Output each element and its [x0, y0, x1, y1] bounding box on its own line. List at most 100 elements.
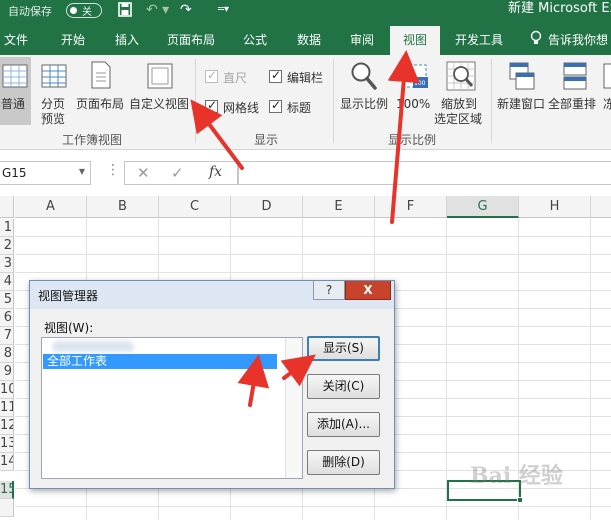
- zoom-100-label: 100%: [396, 97, 431, 111]
- row-header[interactable]: 13: [0, 435, 14, 453]
- magnifier-icon: [351, 62, 377, 90]
- row-header[interactable]: 14: [0, 453, 14, 471]
- tab-review[interactable]: 审阅: [350, 31, 374, 48]
- fill-handle[interactable]: [517, 497, 523, 503]
- title-bar: 自动保存 关 ↶ ▾ ↷ ═▾ 新建 Microsoft Exc: [0, 0, 611, 22]
- row-header[interactable]: 1: [0, 219, 14, 237]
- row-header[interactable]: 7: [0, 327, 14, 345]
- arrange-all-icon: [563, 62, 587, 90]
- list-scrollbar[interactable]: [285, 338, 302, 478]
- tell-me-search[interactable]: 告诉我你想: [548, 31, 608, 48]
- list-item-selected[interactable]: 全部工作表: [43, 354, 277, 369]
- gridlines-label: 网格线: [223, 101, 260, 115]
- formula-bar-grip[interactable]: ⋮: [106, 162, 120, 178]
- undo-icon[interactable]: ↶ ▾: [146, 2, 169, 18]
- views-list-label: 视图(W):: [44, 321, 94, 335]
- column-header[interactable]: H: [519, 196, 591, 218]
- normal-view-button[interactable]: 普通: [0, 57, 31, 125]
- row-header-selected[interactable]: 15: [0, 481, 14, 499]
- freeze-label: 冻: [603, 97, 611, 111]
- page-break-label-1: 分页: [41, 97, 66, 111]
- row-header[interactable]: 10: [0, 381, 14, 399]
- normal-view-icon: [2, 64, 28, 88]
- freeze-panes-button[interactable]: 冻: [601, 57, 611, 125]
- formula-bar: G15 ▼ ⋮ ✕ ✓ fx: [0, 150, 611, 196]
- tab-developer[interactable]: 开发工具: [455, 31, 503, 48]
- chevron-down-icon[interactable]: ▼: [79, 167, 85, 176]
- row-header[interactable]: 5: [0, 291, 14, 309]
- enter-icon[interactable]: ✓: [171, 164, 184, 182]
- ribbon-separator: [333, 59, 334, 143]
- column-header[interactable]: D: [231, 196, 303, 218]
- row-header[interactable]: 11: [0, 399, 14, 417]
- column-header[interactable]: B: [87, 196, 159, 218]
- row-header[interactable]: 2: [0, 237, 14, 255]
- row-header[interactable]: 4: [0, 273, 14, 291]
- headings-checkbox[interactable]: ✓ 标题: [269, 98, 319, 115]
- row-header[interactable]: 6: [0, 309, 14, 327]
- zoom-to-selection-button[interactable]: 缩放到 选定区域: [434, 57, 488, 126]
- zoom-button[interactable]: 显示比例: [338, 57, 390, 125]
- group-label-show: 显示: [254, 133, 279, 147]
- column-header[interactable]: C: [159, 196, 231, 218]
- arrange-all-button[interactable]: 全部重排: [548, 57, 601, 125]
- zoom-label: 显示比例: [340, 97, 389, 111]
- tab-data[interactable]: 数据: [297, 31, 321, 48]
- qat-customize-icon[interactable]: ═▾: [218, 2, 229, 18]
- views-listbox[interactable]: 全部工作表: [41, 337, 303, 479]
- headings-label: 标题: [287, 101, 312, 115]
- new-window-icon: [509, 62, 535, 90]
- zoom-100-button[interactable]: 100 100%: [396, 57, 434, 125]
- select-all-corner[interactable]: [0, 196, 14, 218]
- tab-formulas[interactable]: 公式: [243, 31, 267, 48]
- ribbon-tab-row: 文件 开始 插入 页面布局 公式 数据 审阅 视图 开发工具 告诉我你想: [0, 22, 611, 55]
- column-header-selected[interactable]: G: [447, 196, 519, 218]
- autosave-label: 自动保存: [8, 5, 52, 18]
- column-header[interactable]: [591, 196, 611, 218]
- window-title: 新建 Microsoft Exc: [508, 1, 611, 16]
- row-header[interactable]: 8: [0, 345, 14, 363]
- column-header[interactable]: F: [375, 196, 447, 218]
- row-header[interactable]: 9: [0, 363, 14, 381]
- row-header[interactable]: 12: [0, 417, 14, 435]
- formula-bar-checkbox[interactable]: ✓ 编辑栏: [269, 68, 329, 85]
- help-icon[interactable]: ?: [313, 281, 345, 300]
- show-button[interactable]: 显示(S): [307, 336, 380, 361]
- column-header[interactable]: A: [15, 196, 87, 218]
- delete-button[interactable]: 删除(D): [307, 450, 380, 475]
- formula-input[interactable]: [238, 161, 611, 185]
- autosave-toggle[interactable]: 关: [66, 3, 102, 18]
- name-box[interactable]: G15 ▼: [0, 161, 91, 185]
- tab-view[interactable]: 视图: [390, 26, 441, 55]
- custom-views-button[interactable]: 自定义视图: [129, 57, 191, 125]
- cancel-icon[interactable]: ✕: [137, 164, 150, 182]
- lightbulb-icon: [530, 30, 542, 44]
- tab-home[interactable]: 开始: [61, 31, 85, 48]
- row-header[interactable]: [0, 499, 14, 517]
- redo-icon[interactable]: ↷: [180, 2, 192, 18]
- close-icon[interactable]: X: [345, 281, 391, 300]
- watermark-logo: Bai 经验: [470, 463, 563, 489]
- close-button[interactable]: 关闭(C): [307, 374, 380, 399]
- row-header[interactable]: 3: [0, 255, 14, 273]
- headings-checkbox-box: ✓: [269, 98, 282, 113]
- tab-insert[interactable]: 插入: [115, 31, 139, 48]
- save-icon[interactable]: [118, 2, 132, 17]
- ribbon-separator: [491, 59, 492, 143]
- blurred-item: [52, 341, 134, 352]
- new-window-button[interactable]: 新建窗口: [495, 57, 549, 125]
- page-break-preview-button[interactable]: 分页 预览: [37, 57, 71, 126]
- ribbon-separator: [195, 59, 196, 143]
- page-break-label-2: 预览: [41, 112, 66, 126]
- tab-file[interactable]: 文件: [4, 31, 28, 48]
- insert-function-icon[interactable]: fx: [209, 164, 222, 180]
- page-layout-icon: [91, 61, 111, 89]
- page-layout-view-button[interactable]: 页面布局: [76, 57, 126, 125]
- ruler-checkbox[interactable]: ✓ 直尺: [205, 68, 261, 85]
- gridlines-checkbox[interactable]: ✓ 网格线: [205, 98, 265, 115]
- add-button[interactable]: 添加(A)...: [307, 412, 380, 437]
- tab-page-layout[interactable]: 页面布局: [167, 31, 215, 48]
- ribbon-view: 普通 分页 预览 页面布局 自定义视图 工作簿视图 ✓ 直尺 ✓ 编辑栏 ✓ 网…: [0, 55, 611, 150]
- column-header[interactable]: E: [303, 196, 375, 218]
- new-window-label: 新建窗口: [497, 97, 546, 111]
